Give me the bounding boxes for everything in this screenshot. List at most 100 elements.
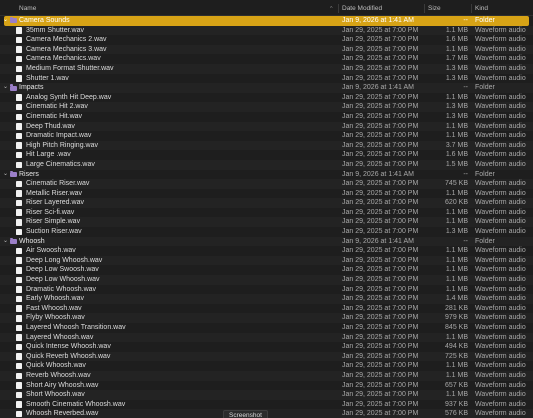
file-row[interactable]: Short Airy Whoosh.wav Jan 29, 2025 at 7:0…: [0, 381, 533, 391]
audio-file-icon: [16, 199, 22, 207]
file-row[interactable]: Hit Large .wav Jan 29, 2025 at 7:00 PM 1.6…: [0, 150, 533, 160]
name-cell: Reverb Whoosh.wav: [0, 371, 336, 381]
file-name: Smooth Cinematic Whoosh.wav: [26, 400, 126, 408]
name-cell: Smooth Cinematic Whoosh.wav: [0, 400, 336, 410]
folder-row[interactable]: ⌄ Whoosh Jan 9, 2026 at 1:41 AM -- Folder: [0, 236, 533, 247]
audio-file-icon: [16, 353, 22, 360]
file-row[interactable]: Cinematic Hit.wav Jan 29, 2025 at 7:00 PM…: [0, 112, 533, 122]
date-modified-cell: Jan 29, 2025 at 7:00 PM: [342, 103, 419, 111]
file-row[interactable]: Dramatic Impact.wav Jan 29, 2025 at 7:00 …: [0, 131, 533, 141]
date-modified-cell: Jan 29, 2025 at 7:00 PM: [342, 141, 419, 149]
name-cell: Early Whoosh.wav: [0, 294, 336, 304]
audio-file-icon: [16, 209, 22, 216]
file-row[interactable]: Cinematic Hit 2.wav Jan 29, 2025 at 7:00 …: [0, 102, 533, 112]
file-row[interactable]: Riser Sci-fi.wav Jan 29, 2025 at 7:00 PM 1…: [0, 208, 533, 218]
audio-file-icon: [16, 55, 22, 63]
date-modified-cell: Jan 29, 2025 at 7:00 PM: [342, 314, 419, 322]
date-modified-cell: Jan 29, 2025 at 7:00 PM: [342, 295, 419, 303]
file-row[interactable]: Deep Long Whoosh.wav Jan 29, 2025 at 7:00…: [0, 255, 533, 266]
size-cell: 1.1 MB: [445, 285, 468, 293]
file-row[interactable]: Layered Whoosh.wav Jan 29, 2025 at 7:00 P…: [0, 332, 533, 343]
file-name: Quick Intense Whoosh.wav: [26, 343, 111, 351]
column-header-size[interactable]: Size: [428, 0, 441, 16]
file-row[interactable]: Air Swoosh.wav Jan 29, 2025 at 7:00 PM 1.1…: [0, 246, 533, 256]
date-modified-cell: Jan 29, 2025 at 7:00 PM: [342, 45, 419, 53]
file-row[interactable]: Flyby Whoosh.wav Jan 29, 2025 at 7:00 PM 9…: [0, 313, 533, 323]
chevron-down-icon[interactable]: ⌄: [3, 170, 9, 180]
size-cell: 1.1 MB: [445, 256, 468, 264]
file-row[interactable]: Metallic Riser.wav Jan 29, 2025 at 7:00 P…: [0, 189, 533, 199]
file-row[interactable]: Medium Format Shutter.wav Jan 29, 2025 at…: [0, 63, 533, 74]
date-modified-cell: Jan 9, 2026 at 1:41 AM: [342, 237, 414, 245]
file-row[interactable]: Smooth Cinematic Whoosh.wav Jan 29, 2025 …: [0, 400, 533, 410]
column-divider[interactable]: [471, 4, 472, 13]
file-row[interactable]: Camera Mechanics.wav Jan 29, 2025 at 7:00…: [0, 54, 533, 64]
date-modified-cell: Jan 29, 2025 at 7:00 PM: [342, 324, 419, 331]
file-row[interactable]: Fast Whoosh.wav Jan 29, 2025 at 7:00 PM 28…: [0, 304, 533, 314]
kind-cell: Waveform audio: [475, 276, 526, 284]
date-modified-cell: Jan 29, 2025 at 7:00 PM: [342, 180, 419, 188]
column-header-date-modified[interactable]: Date Modified: [342, 0, 382, 16]
file-row[interactable]: 35mm Shutter.wav Jan 29, 2025 at 7:00 PM 1…: [0, 25, 533, 36]
audio-file-icon: [16, 276, 22, 284]
name-cell: Short Airy Whoosh.wav: [0, 381, 336, 391]
file-row[interactable]: Deep Low Whoosh.wav Jan 29, 2025 at 7:00 …: [0, 275, 533, 285]
size-cell: 1.1 MB: [445, 371, 468, 379]
file-row[interactable]: Analog Synth Hit Deep.wav Jan 29, 2025 at…: [0, 93, 533, 103]
column-header-name[interactable]: Name: [19, 0, 36, 16]
name-cell: Riser Layered.wav: [0, 198, 336, 208]
name-cell: Riser Simple.wav: [0, 217, 336, 227]
file-name: Riser Sci-fi.wav: [26, 208, 75, 216]
folder-row[interactable]: ⌄ Camera Sounds Jan 9, 2026 at 1:41 AM -- Fo…: [4, 16, 529, 26]
date-modified-cell: Jan 9, 2026 at 1:41 AM: [342, 170, 414, 178]
date-modified-cell: Jan 29, 2025 at 7:00 PM: [342, 218, 419, 226]
file-row[interactable]: Deep Low Swoosh.wav Jan 29, 2025 at 7:00 …: [0, 265, 533, 275]
file-row[interactable]: Quick Intense Whoosh.wav Jan 29, 2025 at …: [0, 342, 533, 352]
file-row[interactable]: Suction Riser.wav Jan 29, 2025 at 7:00 PM…: [0, 227, 533, 237]
date-modified-cell: Jan 29, 2025 at 7:00 PM: [342, 199, 419, 207]
file-row[interactable]: Quick Whoosh.wav Jan 29, 2025 at 7:00 PM 1…: [0, 361, 533, 371]
file-row[interactable]: Reverb Whoosh.wav Jan 29, 2025 at 7:00 PM…: [0, 370, 533, 381]
file-row[interactable]: Quick Reverb Whoosh.wav Jan 29, 2025 at 7…: [0, 351, 533, 362]
chevron-down-icon[interactable]: ⌄: [3, 83, 9, 93]
column-divider[interactable]: [424, 4, 425, 13]
kind-cell: Waveform audio: [475, 295, 526, 303]
folder-row[interactable]: ⌄ Impacts Jan 9, 2026 at 1:41 AM -- Folder: [0, 83, 533, 93]
date-modified-cell: Jan 29, 2025 at 7:00 PM: [342, 122, 419, 130]
file-row[interactable]: Early Whoosh.wav Jan 29, 2025 at 7:00 PM 1…: [0, 294, 533, 304]
file-row[interactable]: High Pitch Ringing.wav Jan 29, 2025 at 7:…: [0, 140, 533, 151]
column-header-kind[interactable]: Kind: [475, 0, 488, 16]
file-name: Cinematic Hit 2.wav: [26, 103, 88, 111]
file-row[interactable]: Riser Layered.wav Jan 29, 2025 at 7:00 PM…: [0, 198, 533, 208]
folder-row[interactable]: ⌄ Risers Jan 9, 2026 at 1:41 AM -- Folder: [0, 170, 533, 180]
file-row[interactable]: Layered Whoosh Transition.wav Jan 29, 202…: [0, 323, 533, 333]
chevron-down-icon[interactable]: ⌄: [3, 237, 9, 247]
size-cell: 1.1 MB: [445, 189, 468, 197]
file-row[interactable]: Deep Thud.wav Jan 29, 2025 at 7:00 PM 1.1 …: [0, 121, 533, 132]
audio-file-icon: [16, 257, 22, 264]
name-cell: Deep Low Whoosh.wav: [0, 275, 336, 285]
file-row[interactable]: Cinematic Riser.wav Jan 29, 2025 at 7:00 …: [0, 179, 533, 189]
file-row[interactable]: Shutter 1.wav Jan 29, 2025 at 7:00 PM 1.3 …: [0, 74, 533, 84]
column-divider[interactable]: [338, 4, 339, 13]
kind-cell: Waveform audio: [475, 151, 526, 159]
file-row[interactable]: Camera Mechanics 2.wav Jan 29, 2025 at 7:…: [0, 35, 533, 45]
kind-cell: Waveform audio: [475, 180, 526, 188]
audio-file-icon: [16, 228, 22, 236]
file-row[interactable]: Riser Simple.wav Jan 29, 2025 at 7:00 PM 1…: [0, 217, 533, 228]
size-cell: 1.3 MB: [445, 112, 468, 120]
date-modified-cell: Jan 29, 2025 at 7:00 PM: [342, 285, 419, 293]
file-row[interactable]: Short Whoosh.wav Jan 29, 2025 at 7:00 PM 1…: [0, 390, 533, 400]
file-name: 35mm Shutter.wav: [26, 26, 84, 34]
chevron-down-icon[interactable]: ⌄: [4, 16, 9, 26]
size-cell: 657 KB: [445, 381, 468, 389]
size-cell: 1.1 MB: [445, 276, 468, 284]
file-row[interactable]: Large Cinematics.wav Jan 29, 2025 at 7:00…: [0, 159, 533, 170]
file-row[interactable]: Dramatic Whoosh.wav Jan 29, 2025 at 7:00 …: [0, 285, 533, 295]
name-cell: Flyby Whoosh.wav: [0, 313, 336, 323]
kind-cell: Waveform audio: [475, 189, 526, 197]
file-row[interactable]: Camera Mechanics 3.wav Jan 29, 2025 at 7:…: [0, 44, 533, 55]
kind-cell: Waveform audio: [475, 314, 526, 322]
sort-ascending-icon[interactable]: ^: [330, 0, 333, 16]
size-cell: 1.1 MB: [445, 208, 468, 216]
